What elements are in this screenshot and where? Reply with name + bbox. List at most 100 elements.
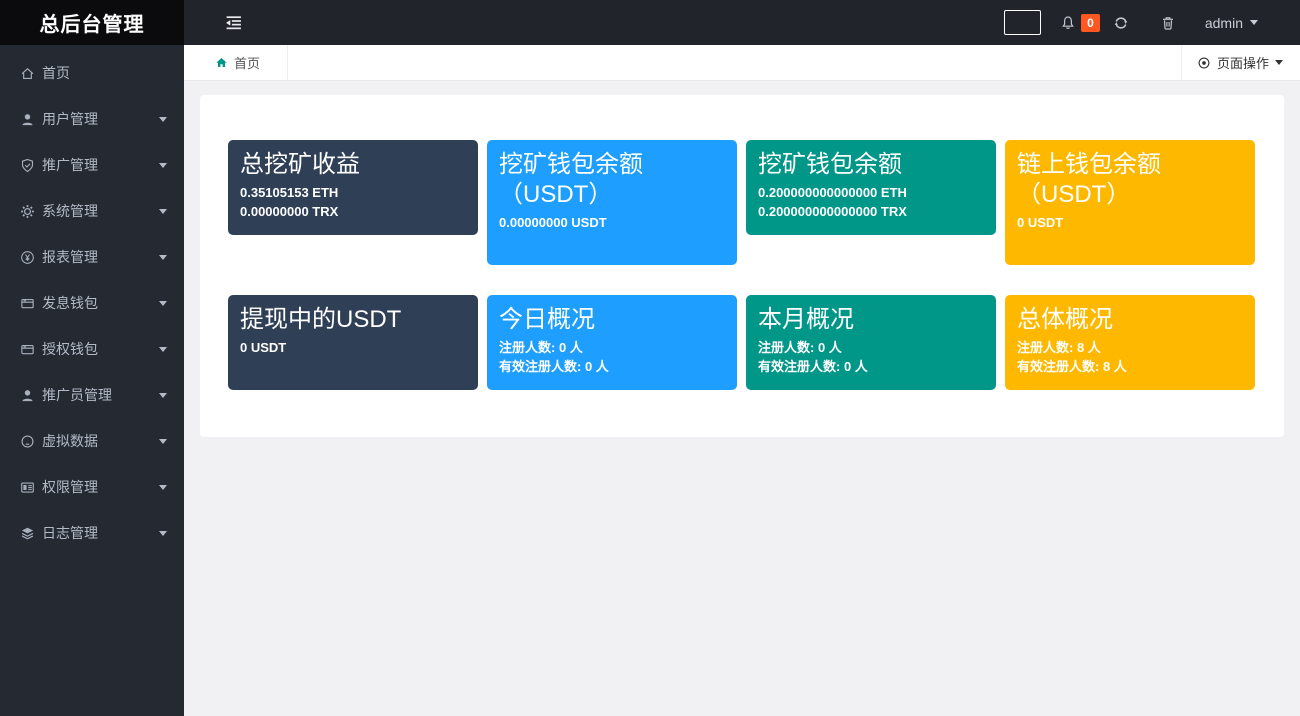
gear-icon [19, 203, 35, 219]
shield-check-icon [19, 157, 35, 173]
chevron-down-icon [159, 301, 167, 306]
chevron-down-icon [159, 485, 167, 490]
card-value: 0 USDT [1017, 213, 1243, 232]
chevron-down-icon [159, 393, 167, 398]
yen-circle-icon [19, 249, 35, 265]
chevron-down-icon [159, 347, 167, 352]
card-onchain-wallet-usdt-balance: 链上钱包余额（USDT） 0 USDT [1005, 140, 1255, 265]
breadcrumb-spacer [288, 45, 1181, 80]
page-actions-label: 页面操作 [1217, 53, 1269, 72]
sidebar-item-label: 虚拟数据 [42, 431, 98, 451]
app-root: 总后台管理 首页 用户管理 推广管理 [0, 0, 1300, 716]
sidebar-item-report-management[interactable]: 报表管理 [0, 234, 184, 280]
app-title: 总后台管理 [40, 8, 145, 37]
card-value: 0.200000000000000 ETH [758, 183, 984, 202]
sidebar-item-label: 报表管理 [42, 247, 98, 267]
sidebar-item-label: 授权钱包 [42, 339, 98, 359]
dot-circle-icon [1197, 56, 1211, 70]
trash-icon[interactable] [1160, 15, 1176, 31]
sidebar-item-label: 发息钱包 [42, 293, 98, 313]
chevron-down-icon [1250, 20, 1258, 25]
card-value: 0.200000000000000 TRX [758, 202, 984, 221]
sidebar-item-promoter-management[interactable]: 推广员管理 [0, 372, 184, 418]
wallet-icon [19, 341, 35, 357]
card-value: 0.00000000 TRX [240, 202, 466, 221]
chevron-down-icon [159, 209, 167, 214]
card-value: 有效注册人数: 0 人 [758, 357, 984, 376]
sidebar-item-label: 推广员管理 [42, 385, 112, 405]
card-overall-overview: 总体概况 注册人数: 8 人 有效注册人数: 8 人 [1005, 295, 1255, 390]
sidebar-toggle-button[interactable] [225, 14, 243, 32]
card-today-overview: 今日概况 注册人数: 0 人 有效注册人数: 0 人 [487, 295, 737, 390]
user-menu[interactable]: admin [1205, 15, 1258, 31]
chevron-down-icon [159, 163, 167, 168]
chevron-down-icon [159, 531, 167, 536]
sidebar-item-promotion-management[interactable]: 推广管理 [0, 142, 184, 188]
card-title: 链上钱包余额（USDT） [1017, 150, 1243, 210]
user-icon [19, 387, 35, 403]
home-icon [215, 56, 228, 69]
breadcrumb-bar: 首页 页面操作 [184, 45, 1300, 81]
user-icon [19, 111, 35, 127]
card-value: 有效注册人数: 8 人 [1017, 357, 1243, 376]
stat-cards-row-2: 提现中的USDT 0 USDT 今日概况 注册人数: 0 人 有效注册人数: 0… [228, 295, 1257, 390]
sidebar-item-label: 系统管理 [42, 201, 98, 221]
home-icon [19, 65, 35, 81]
breadcrumb[interactable]: 首页 [184, 45, 288, 80]
card-value: 注册人数: 0 人 [499, 338, 725, 357]
sidebar-item-log-management[interactable]: 日志管理 [0, 510, 184, 556]
card-title: 今日概况 [499, 305, 725, 335]
card-value: 0 USDT [240, 338, 466, 357]
breadcrumb-home-label: 首页 [234, 53, 260, 72]
dashboard-panel: 总挖矿收益 0.35105153 ETH 0.00000000 TRX 挖矿钱包… [200, 95, 1284, 437]
chevron-down-icon [159, 439, 167, 444]
sidebar-item-system-management[interactable]: 系统管理 [0, 188, 184, 234]
sidebar: 总后台管理 首页 用户管理 推广管理 [0, 0, 184, 716]
sidebar-nav: 首页 用户管理 推广管理 系统管理 [0, 45, 184, 556]
stat-cards-row-1: 总挖矿收益 0.35105153 ETH 0.00000000 TRX 挖矿钱包… [228, 140, 1257, 265]
card-title: 提现中的USDT [240, 305, 466, 335]
sidebar-item-label: 推广管理 [42, 155, 98, 175]
card-total-mining-revenue: 总挖矿收益 0.35105153 ETH 0.00000000 TRX [228, 140, 478, 235]
card-value: 有效注册人数: 0 人 [499, 357, 725, 376]
main-area: 0 admin 首页 页面操作 [184, 0, 1300, 716]
card-title: 本月概况 [758, 305, 984, 335]
sidebar-item-user-management[interactable]: 用户管理 [0, 96, 184, 142]
sidebar-item-label: 首页 [42, 63, 70, 83]
sidebar-item-payout-wallet[interactable]: 发息钱包 [0, 280, 184, 326]
circle-icon [19, 433, 35, 449]
card-value: 0.00000000 USDT [499, 213, 725, 232]
app-logo: 总后台管理 [0, 0, 184, 45]
sidebar-item-virtual-data[interactable]: 虚拟数据 [0, 418, 184, 464]
card-mining-wallet-balance: 挖矿钱包余额 0.200000000000000 ETH 0.200000000… [746, 140, 996, 235]
content-area: 总挖矿收益 0.35105153 ETH 0.00000000 TRX 挖矿钱包… [184, 81, 1300, 716]
chevron-down-icon [159, 117, 167, 122]
card-title: 挖矿钱包余额（USDT） [499, 150, 725, 210]
chevron-down-icon [1275, 60, 1283, 65]
layers-icon [19, 525, 35, 541]
top-navbar: 0 admin [184, 0, 1300, 45]
sidebar-item-label: 日志管理 [42, 523, 98, 543]
card-title: 挖矿钱包余额 [758, 150, 984, 180]
card-month-overview: 本月概况 注册人数: 0 人 有效注册人数: 0 人 [746, 295, 996, 390]
page-actions-dropdown[interactable]: 页面操作 [1181, 45, 1300, 80]
card-withdrawing-usdt: 提现中的USDT 0 USDT [228, 295, 478, 390]
id-card-icon [19, 479, 35, 495]
search-input[interactable] [1004, 10, 1041, 35]
notification-badge[interactable]: 0 [1081, 14, 1100, 32]
card-value: 注册人数: 0 人 [758, 338, 984, 357]
card-title: 总挖矿收益 [240, 150, 466, 180]
user-name: admin [1205, 15, 1243, 31]
sidebar-item-label: 用户管理 [42, 109, 98, 129]
sidebar-item-home[interactable]: 首页 [0, 50, 184, 96]
sidebar-item-permission-management[interactable]: 权限管理 [0, 464, 184, 510]
wallet-icon [19, 295, 35, 311]
bell-icon[interactable] [1060, 15, 1076, 31]
card-value: 0.35105153 ETH [240, 183, 466, 202]
sidebar-item-authorized-wallet[interactable]: 授权钱包 [0, 326, 184, 372]
sidebar-item-label: 权限管理 [42, 477, 98, 497]
card-title: 总体概况 [1017, 305, 1243, 335]
chevron-down-icon [159, 255, 167, 260]
refresh-icon[interactable] [1113, 15, 1129, 31]
card-mining-wallet-usdt-balance: 挖矿钱包余额（USDT） 0.00000000 USDT [487, 140, 737, 265]
